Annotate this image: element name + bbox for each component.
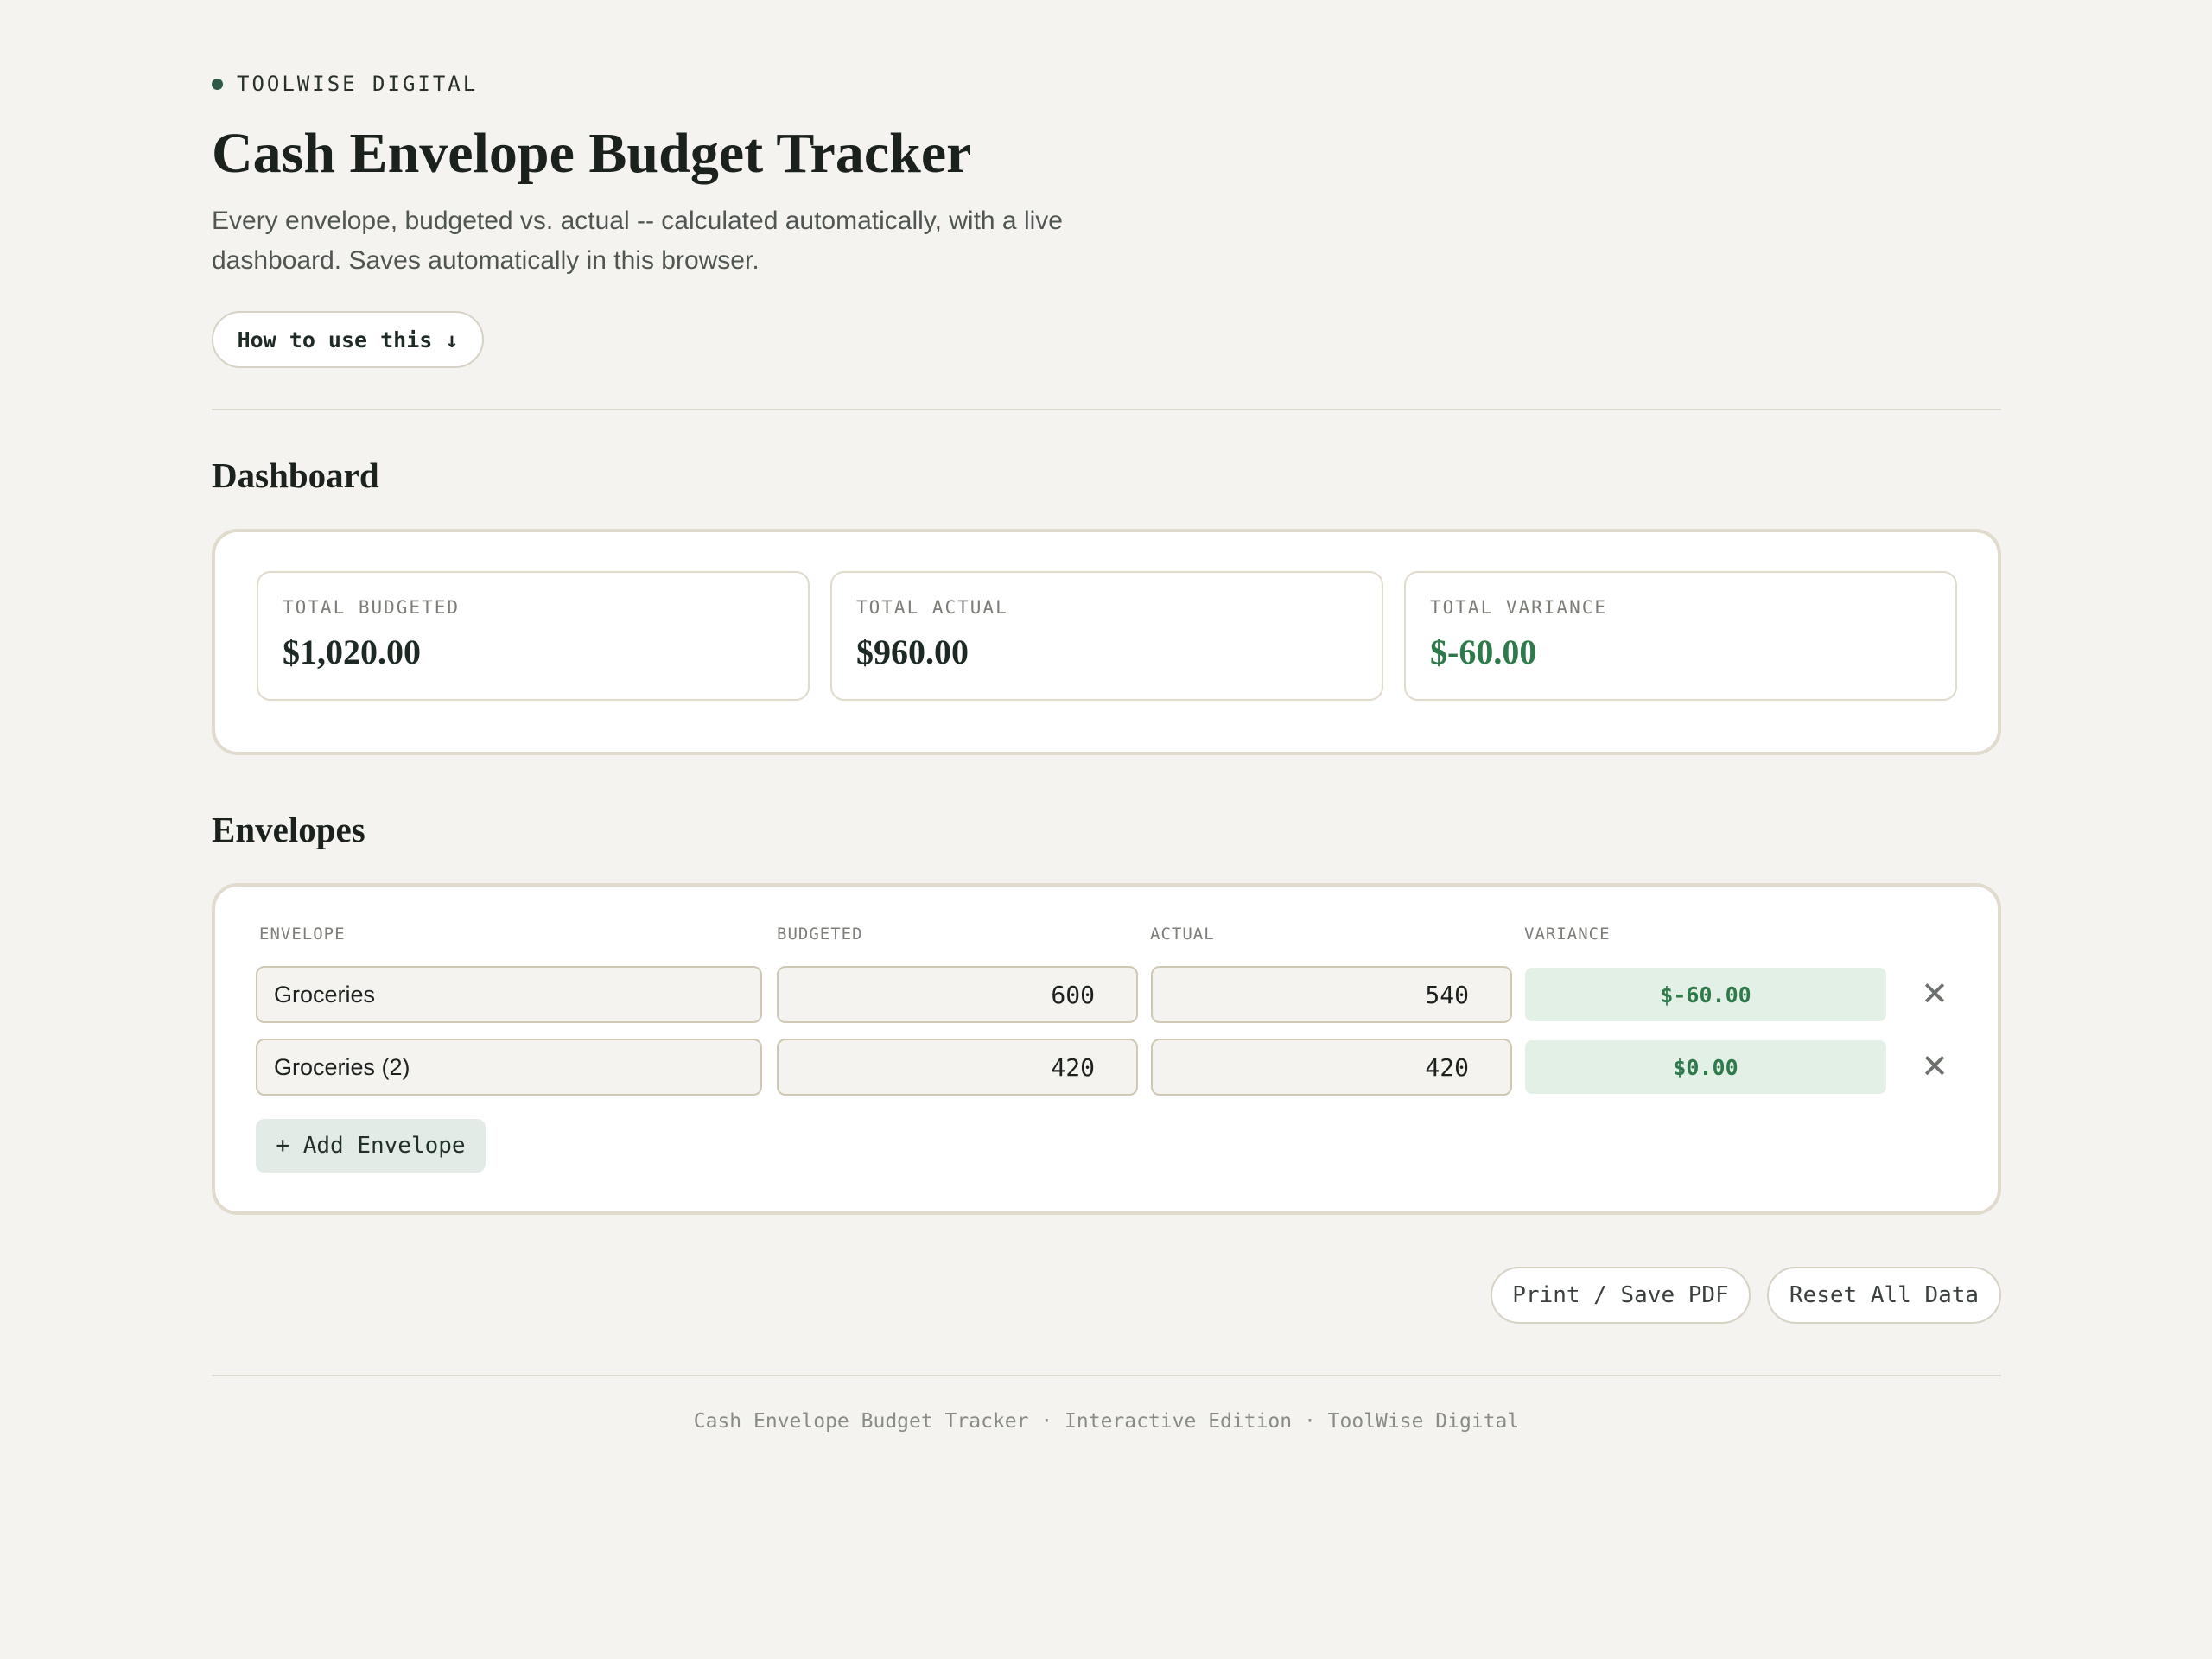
total-actual-value: $960.00 [856, 632, 969, 671]
add-envelope-button[interactable]: + Add Envelope [256, 1119, 486, 1173]
envelopes-title: Envelopes [212, 810, 365, 849]
actual-input[interactable]: 420 [1151, 1039, 1512, 1096]
budgeted-input[interactable]: 420 [777, 1039, 1138, 1096]
variance-value: $0.00 [1525, 1040, 1886, 1094]
budgeted-input[interactable]: 600 [777, 966, 1138, 1023]
total-actual-card: TOTAL ACTUAL $960.00 [830, 571, 1383, 701]
brand: TOOLWISE DIGITAL [212, 72, 478, 96]
footer-text: Cash Envelope Budget Tracker · Interacti… [693, 1410, 1520, 1433]
print-save-pdf-button[interactable]: Print / Save PDF [1491, 1267, 1751, 1324]
divider [212, 1375, 2001, 1376]
actual-input[interactable]: 540 [1151, 966, 1512, 1023]
total-variance-card: TOTAL VARIANCE $-60.00 [1404, 571, 1957, 701]
brand-name: TOOLWISE DIGITAL [237, 72, 479, 96]
brand-dot-icon [212, 78, 223, 90]
envelope-name-input[interactable]: Groceries [256, 966, 762, 1023]
divider [212, 409, 2001, 410]
dashboard-title: Dashboard [212, 455, 379, 495]
remove-envelope-icon[interactable]: ✕ [1917, 975, 1952, 1013]
card-label: TOTAL BUDGETED [283, 597, 461, 618]
card-label: TOTAL VARIANCE [1430, 597, 1608, 618]
variance-value: $-60.00 [1525, 968, 1886, 1021]
dashboard-panel: TOTAL BUDGETED $1,020.00 TOTAL ACTUAL $9… [212, 529, 2001, 755]
column-header-variance: VARIANCE [1524, 925, 1611, 944]
remove-envelope-icon[interactable]: ✕ [1917, 1047, 1952, 1085]
envelope-name-input[interactable]: Groceries (2) [256, 1039, 762, 1096]
reset-all-data-button[interactable]: Reset All Data [1767, 1267, 2001, 1324]
column-header-envelope: ENVELOPE [259, 925, 346, 944]
how-to-use-button[interactable]: How to use this ↓ [212, 311, 484, 368]
total-variance-value: $-60.00 [1430, 632, 1537, 671]
total-budgeted-card: TOTAL BUDGETED $1,020.00 [257, 571, 810, 701]
envelopes-panel: ENVELOPE BUDGETED ACTUAL VARIANCE Grocer… [212, 883, 2001, 1215]
card-label: TOTAL ACTUAL [856, 597, 1008, 618]
page-subtitle: Every envelope, budgeted vs. actual -- c… [212, 207, 1063, 275]
column-header-actual: ACTUAL [1150, 925, 1215, 944]
page-title: Cash Envelope Budget Tracker [212, 122, 972, 185]
column-header-budgeted: BUDGETED [777, 925, 863, 944]
total-budgeted-value: $1,020.00 [283, 632, 421, 671]
